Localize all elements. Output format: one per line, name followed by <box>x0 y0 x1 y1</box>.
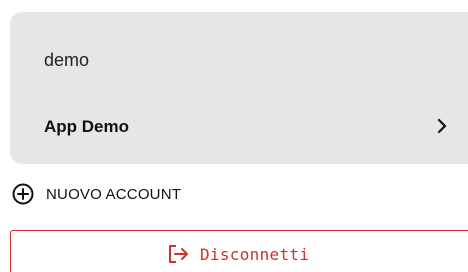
logout-icon <box>169 245 188 263</box>
logout-content: Disconnetti <box>168 244 309 264</box>
account-card: demo App Demo <box>10 12 468 164</box>
app-label: App Demo <box>44 117 129 136</box>
logout-button[interactable]: Disconnetti <box>10 230 468 272</box>
account-screen: demo App Demo NUOVO ACCOUNT Disconnetti <box>0 0 468 272</box>
account-name: demo <box>44 50 90 70</box>
chevron-right-icon <box>437 118 447 134</box>
app-demo-row[interactable]: App Demo <box>10 100 468 150</box>
logout-label: Disconnetti <box>200 244 310 264</box>
new-account-label: NUOVO ACCOUNT <box>46 185 182 203</box>
plus-circle-icon <box>12 183 34 205</box>
new-account-button[interactable]: NUOVO ACCOUNT <box>12 180 181 208</box>
